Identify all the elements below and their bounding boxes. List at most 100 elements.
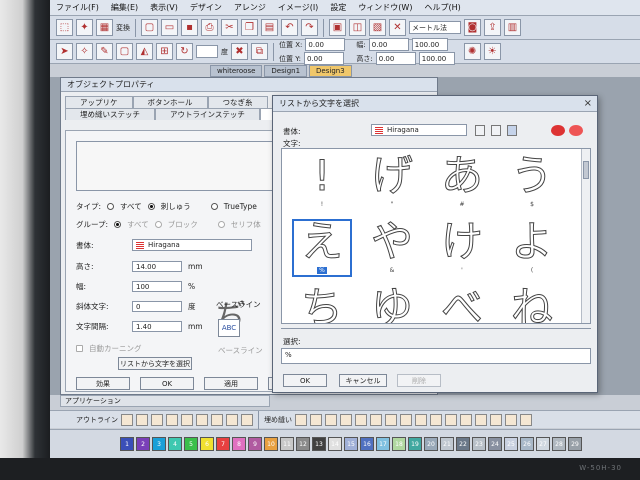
glyph-font-select[interactable]: Hiragana [371,124,467,136]
hoop-icon[interactable]: ◫ [349,19,366,36]
rectangle-icon[interactable]: ▢ [116,43,133,60]
doc-tab[interactable]: whiteroose [210,65,263,77]
menu-item[interactable]: 設定 [324,2,352,13]
group-serif-radio[interactable] [217,221,225,228]
glyph-cell[interactable]: ね [500,283,564,324]
scale-w-field[interactable]: 100.00 [411,38,448,51]
scrollbar-thumb[interactable] [583,161,589,179]
rotate-angle-field[interactable] [196,45,218,58]
glyph-cell[interactable]: ち [290,283,354,324]
color-swatch[interactable]: 16 [360,437,374,451]
unit-select[interactable]: メートル法 [409,21,461,34]
menu-item[interactable]: ファイル(F) [50,2,105,13]
glyph-cell[interactable]: ゆ [360,283,424,324]
color-swatch[interactable]: 9 [248,437,262,451]
color-swatch[interactable]: 2 [136,437,150,451]
glyph-cancel-button[interactable]: キャンセル [339,374,387,387]
color-swatch[interactable]: 17 [376,437,390,451]
fill-pattern-icon[interactable] [475,413,487,426]
width-field[interactable]: 0.00 [368,38,409,51]
undo-icon[interactable]: ↶ [281,19,298,36]
glyph-cell[interactable]: や & [360,217,424,279]
group-icon[interactable]: ⧉ [251,43,268,60]
color-swatch[interactable]: 19 [408,437,422,451]
fill-pattern-icon[interactable] [430,413,442,426]
slant-field[interactable]: 0 [132,301,182,312]
tab-jump-stitch[interactable]: つなぎ糸 [207,96,268,108]
fill-pattern-icon[interactable] [385,413,397,426]
color-swatch[interactable]: 13 [312,437,326,451]
choose-from-list-button[interactable]: リストから文字を選択 [118,357,192,370]
color-swatch[interactable]: 23 [472,437,486,451]
color-swatch[interactable]: 12 [296,437,310,451]
type-all-radio[interactable] [107,203,115,210]
export-icon[interactable]: ⇪ [484,19,501,36]
type-truetype-radio[interactable] [210,203,218,210]
menu-item[interactable]: ヘルプ(H) [418,2,466,13]
group-block-radio[interactable] [154,221,162,228]
doc-tab-active[interactable]: Design3 [309,65,352,77]
application-panel[interactable]: アプリケーション [60,395,270,407]
fill-pattern-icon[interactable] [415,413,427,426]
running-stitch-icon[interactable] [121,413,133,426]
fill-pattern-icon[interactable] [400,413,412,426]
reshape-icon[interactable]: ✎ [96,43,113,60]
tab-applique[interactable]: アップリケ [65,96,133,108]
print-icon[interactable]: ⎙ [201,19,218,36]
glyph-cell[interactable]: !! [290,151,354,213]
glyph-cell[interactable]: あ # [430,151,494,213]
group-all-radio[interactable] [114,221,122,228]
fill-pattern-icon[interactable] [340,413,352,426]
camera-icon[interactable]: ◙ [464,19,481,36]
glyph-grid-scrollbar[interactable] [581,149,590,323]
height-field[interactable]: 0.00 [375,52,416,65]
new-file-icon[interactable]: ▢ [141,19,158,36]
pointer-icon[interactable]: ➤ [56,43,73,60]
color-swatch[interactable]: 10 [264,437,278,451]
color-swatch[interactable]: 25 [504,437,518,451]
motif-stitch-icon[interactable] [241,413,253,426]
color-swatch[interactable]: 6 [200,437,214,451]
large-view-icon[interactable] [475,125,485,136]
tab-outline-stitch[interactable]: アウトラインステッチ [155,108,260,120]
glyph-cell[interactable]: げ " [360,151,424,213]
fill-pattern-icon[interactable] [370,413,382,426]
node-edit-icon[interactable]: ✧ [76,43,93,60]
delete-icon[interactable]: ✖ [231,43,248,60]
selection-field[interactable]: % [281,348,591,364]
pos-y-field[interactable]: 0.00 [303,52,344,65]
paste-icon[interactable]: ▤ [261,19,278,36]
view-icon[interactable]: ▥ [504,19,521,36]
color-swatch[interactable]: 3 [152,437,166,451]
color-swatch[interactable]: 22 [456,437,470,451]
eraser-icon[interactable] [569,125,583,136]
color-swatch[interactable]: 24 [488,437,502,451]
fill-pattern-icon[interactable] [295,413,307,426]
glyph-cell[interactable]: う $ [500,151,564,213]
open-folder-icon[interactable]: ▭ [161,19,178,36]
fill-pattern-icon[interactable] [445,413,457,426]
ok-button[interactable]: OK [140,377,194,390]
glyph-ok-button[interactable]: OK [283,374,327,387]
font-select[interactable]: Hiragana [132,239,252,251]
glyph-cell[interactable]: よ( [500,217,564,279]
fill-pattern-icon[interactable] [355,413,367,426]
menu-item[interactable]: デザイン [184,2,228,13]
redo-icon[interactable]: ↷ [301,19,318,36]
fill-pattern-icon[interactable] [505,413,517,426]
color-swatch[interactable]: 29 [568,437,582,451]
candlewick-stitch-icon[interactable] [181,413,193,426]
effects-button[interactable]: 効果 [76,377,130,390]
menu-item[interactable]: イメージ(I) [272,2,324,13]
baseline-straight-button[interactable]: ABC [218,319,240,337]
menu-item[interactable]: アレンジ [228,2,272,13]
save-icon[interactable]: ▪ [181,19,198,36]
v-stitch-icon[interactable] [226,413,238,426]
color-swatch[interactable]: 8 [232,437,246,451]
mirror-icon[interactable]: ◭ [136,43,153,60]
width-field[interactable]: 100 [132,281,182,292]
fill-pattern-icon[interactable] [310,413,322,426]
color-swatch[interactable]: 28 [552,437,566,451]
type-embroidery-radio[interactable] [147,203,155,210]
compose-label[interactable]: 変換 [116,23,130,33]
